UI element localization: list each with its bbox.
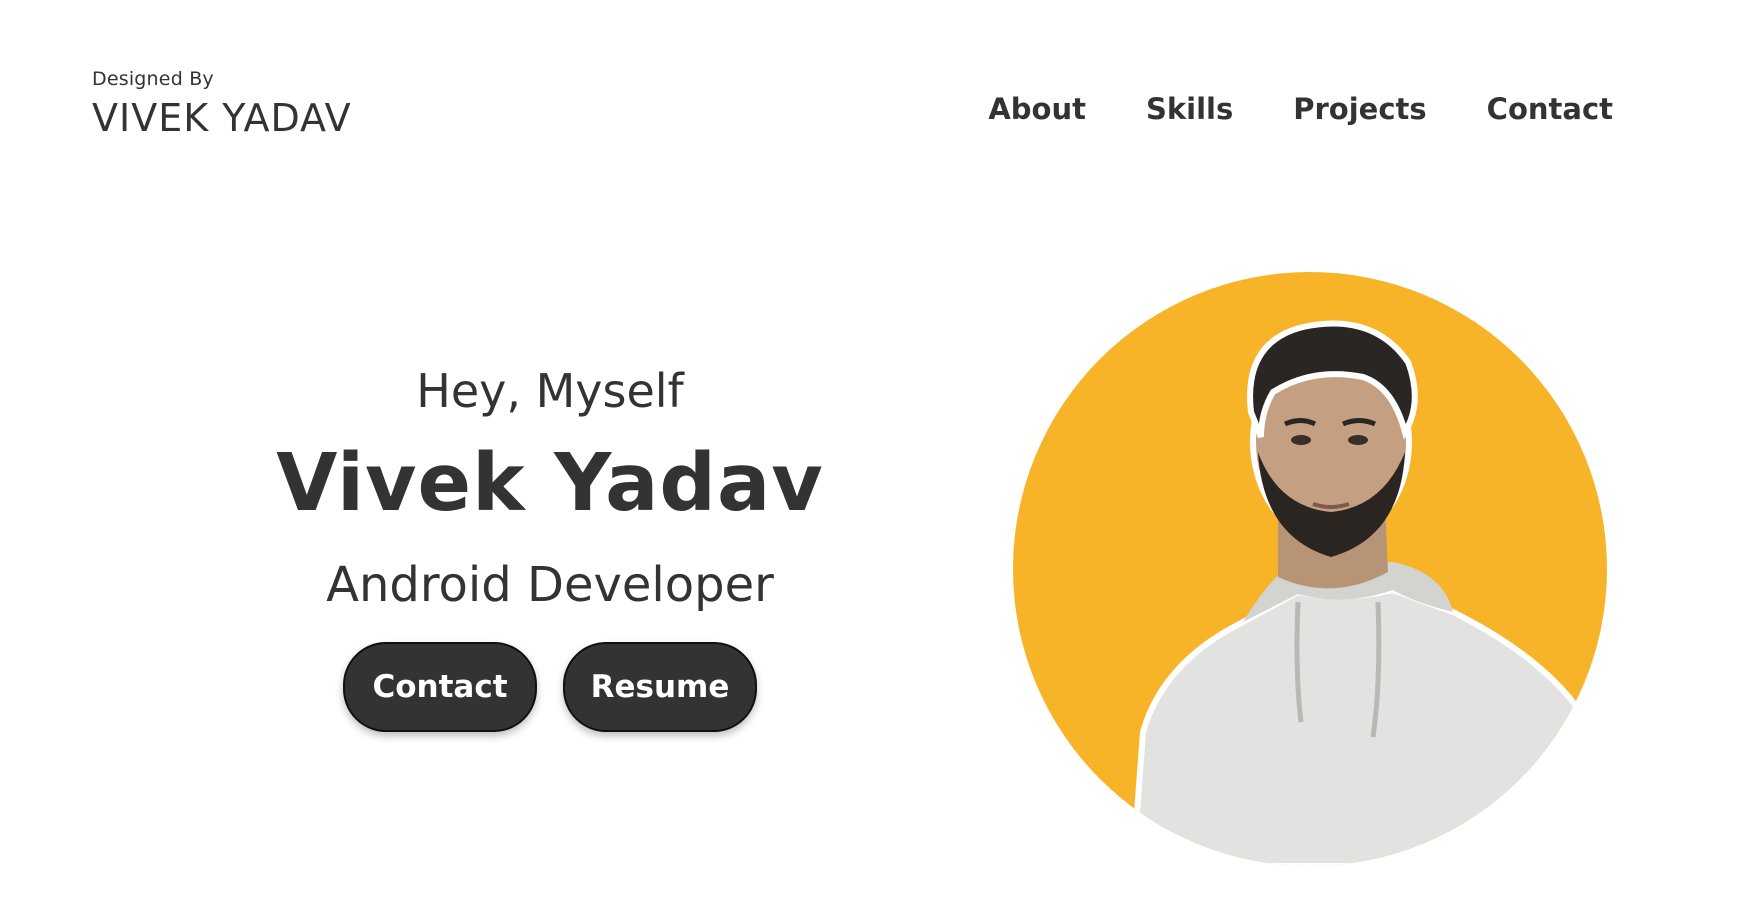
contact-button[interactable]: Contact bbox=[343, 642, 537, 732]
nav-link-projects[interactable]: Projects bbox=[1293, 92, 1426, 126]
profile-photo-illustration bbox=[1129, 320, 1607, 866]
brand-name[interactable]: VIVEK YADAV bbox=[92, 96, 352, 140]
hero-intro: Hey, Myself Vivek Yadav Android Develope… bbox=[210, 368, 890, 732]
designed-by-label: Designed By bbox=[92, 68, 214, 90]
profile-portrait bbox=[1013, 272, 1607, 866]
nav-link-skills[interactable]: Skills bbox=[1146, 92, 1233, 126]
hero-buttons: Contact Resume bbox=[210, 642, 890, 732]
nav-link-contact[interactable]: Contact bbox=[1487, 92, 1613, 126]
brand: Designed By VIVEK YADAV bbox=[92, 68, 352, 140]
hero-role: Android Developer bbox=[326, 557, 774, 613]
resume-button[interactable]: Resume bbox=[563, 642, 757, 732]
nav-link-about[interactable]: About bbox=[988, 92, 1086, 126]
main-nav: About Skills Projects Contact bbox=[988, 92, 1613, 126]
page: Designed By VIVEK YADAV About Skills Pro… bbox=[0, 0, 1737, 902]
hero-greeting: Hey, Myself bbox=[416, 364, 684, 418]
hero-name: Vivek Yadav bbox=[276, 437, 824, 529]
